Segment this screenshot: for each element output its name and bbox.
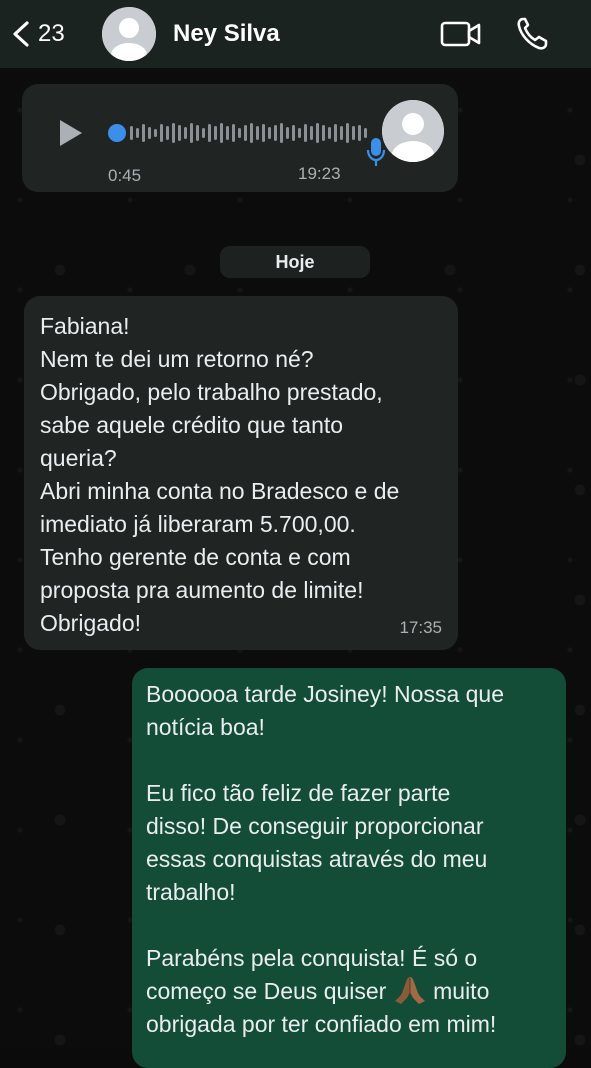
voice-message-bubble: 0:45 19:23 [22,84,458,192]
back-button[interactable]: 23 [10,20,65,48]
sender-avatar [382,100,444,162]
back-chevron-icon [13,21,29,47]
message-line: Eu fico tão feliz de fazer parte [146,780,451,806]
message-line: Boooooa tarde Josiney! Nossa que [146,681,505,707]
message-line: Fabiana! [40,313,130,339]
message-line: proposta pra aumento de limite! [40,577,364,603]
avatar-icon [382,100,444,162]
message-text: muito [433,978,490,1004]
message-line: essas conquistas através do meu [146,846,488,872]
video-call-icon[interactable] [440,18,482,50]
message-line: notícia boa! [146,714,265,740]
message-line: sabe aquele crédito que tanto [40,412,344,438]
chat-header: 23 Ney Silva [0,0,591,68]
voice-timestamp: 19:23 [298,164,341,183]
message-line: disso! De conseguir proporcionar [146,813,484,839]
message-line: Obrigado! [40,610,142,636]
message-line: Parabéns pela conquista! É só o [146,945,478,971]
message-line: queria? [40,445,117,471]
voice-duration: 0:45 [108,166,142,185]
message-line: Obrigado, pelo trabalho prestado, [40,379,383,405]
avatar-icon [102,7,156,61]
incoming-message-bubble[interactable]: Fabiana! Nem te dei um retorno né? Obrig… [24,296,458,650]
outgoing-message-bubble[interactable]: Boooooa tarde Josiney! Nossa que notícia… [132,668,566,1068]
praying-hands-emoji-icon [394,977,425,1004]
message-line: trabalho! [146,879,236,905]
message-text: começo se Deus quiser [146,978,387,1004]
message-line: obrigada por ter confiado em mim! [146,1011,497,1037]
message-timestamp: 17:35 [399,618,442,637]
message-line: Abri minha conta no Bradesco e de [40,478,400,504]
message-line: imediato já liberaram 5.700,00. [40,511,356,537]
message-line: começo se Deus quiser muito [146,975,552,1008]
microphone-icon [366,138,386,166]
message-line: Nem te dei um retorno né? [40,346,314,372]
audio-waveform[interactable] [108,120,370,146]
contact-avatar[interactable] [102,7,156,61]
phone-call-icon[interactable] [515,16,549,52]
unread-count: 23 [38,20,65,47]
message-line: Tenho gerente de conta e com [40,544,351,570]
date-separator: Hoje [220,246,370,278]
play-icon[interactable] [60,120,82,146]
contact-name[interactable]: Ney Silva [173,20,280,48]
